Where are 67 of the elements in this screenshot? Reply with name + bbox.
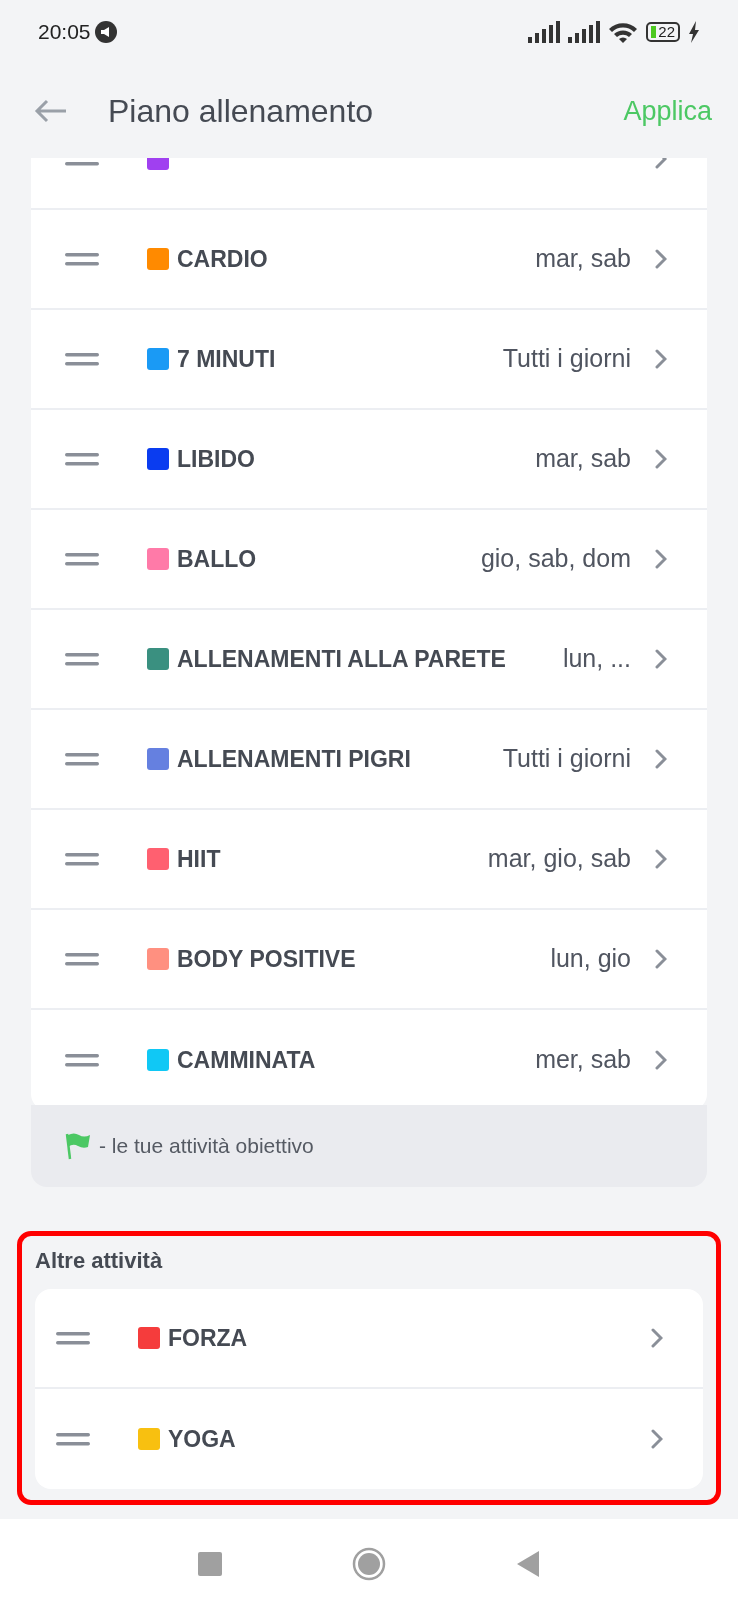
activity-days: mer, sab — [535, 1041, 631, 1079]
activity-name: CAMMINATA — [177, 1045, 316, 1075]
activity-name: 7 MINUTI — [177, 344, 276, 374]
home-icon[interactable] — [352, 1547, 386, 1581]
status-time: 20:05 — [38, 19, 91, 46]
drag-handle-icon[interactable] — [65, 852, 99, 866]
activity-row[interactable]: ALLENAMENTI PIGRI Tutti i giorni — [31, 710, 707, 810]
activity-days: Tutti i giorni — [502, 740, 631, 778]
chevron-right-icon — [655, 549, 667, 569]
chevron-right-icon — [655, 1050, 667, 1070]
activity-name: ALLENAMENTI PIGRI — [177, 744, 411, 774]
activity-name: YOGA — [168, 1424, 236, 1454]
chevron-right-icon — [655, 649, 667, 669]
activity-row[interactable]: BODY POSITIVE lun, gio — [31, 910, 707, 1010]
flag-icon — [65, 1132, 91, 1160]
activity-row[interactable]: LIBIDO mar, sab — [31, 410, 707, 510]
back-arrow-icon[interactable] — [34, 99, 68, 123]
drag-handle-icon[interactable] — [56, 1331, 90, 1345]
chevron-right-icon — [655, 749, 667, 769]
activity-days: mar, sab — [535, 440, 631, 478]
activity-row[interactable]: 7 MINUTI Tutti i giorni — [31, 310, 707, 410]
activity-row[interactable]: BALLO gio, sab, dom — [31, 510, 707, 610]
drag-handle-icon[interactable] — [65, 352, 99, 366]
drag-handle-icon[interactable] — [65, 952, 99, 966]
activity-name: CARDIO — [177, 244, 268, 274]
activity-days: mar, gio, sab — [487, 840, 631, 878]
signal-icon — [568, 21, 601, 43]
activity-name: BODY POSITIVE — [177, 944, 356, 974]
activity-name: BALLO — [177, 544, 257, 574]
activity-name: ALLENAMENTI ALLA PARETE — [177, 644, 506, 674]
legend-text: - le tue attività obiettivo — [99, 1133, 314, 1160]
chevron-right-icon — [655, 249, 667, 269]
chevron-right-icon — [655, 949, 667, 969]
drag-handle-icon[interactable] — [65, 552, 99, 566]
signal-icon — [528, 21, 561, 43]
drag-handle-icon[interactable] — [65, 652, 99, 666]
chevron-right-icon — [651, 1429, 663, 1449]
activity-row[interactable]: HIIT mar, gio, sab — [31, 810, 707, 910]
chevron-right-icon — [651, 1328, 663, 1348]
notification-icon — [94, 21, 117, 43]
screen-title: Piano allenamento — [107, 92, 375, 131]
battery-indicator: 22 — [646, 22, 680, 42]
activity-name: HIIT — [177, 844, 221, 874]
drag-handle-icon[interactable] — [56, 1432, 90, 1446]
activity-days: lun, gio — [550, 940, 631, 978]
section-title: Altre attività — [35, 1247, 164, 1275]
drag-handle-icon[interactable] — [65, 1053, 99, 1067]
activity-days: Tutti i giorni — [502, 340, 631, 378]
activity-name: LIBIDO — [177, 444, 255, 474]
charging-icon — [688, 21, 700, 43]
activity-row[interactable]: FORZA — [35, 1289, 703, 1389]
back-icon[interactable] — [516, 1550, 540, 1578]
activity-days: lun, ... — [562, 640, 631, 678]
chevron-right-icon — [655, 849, 667, 869]
activity-days: gio, sab, dom — [480, 540, 631, 578]
activity-row[interactable]: YOGA — [35, 1389, 703, 1489]
drag-handle-icon[interactable] — [65, 752, 99, 766]
activity-name: FORZA — [168, 1323, 248, 1353]
chevron-right-icon — [655, 449, 667, 469]
activity-row[interactable]: ALLENAMENTI ALLA PARETE lun, ... — [31, 610, 707, 710]
wifi-icon — [608, 21, 639, 43]
activity-row[interactable]: CARDIO mar, sab — [31, 210, 707, 310]
activity-days: mar, sab — [535, 240, 631, 278]
chevron-right-icon — [655, 349, 667, 369]
drag-handle-icon[interactable] — [65, 252, 99, 266]
drag-handle-icon[interactable] — [65, 452, 99, 466]
activity-row[interactable]: CAMMINATA mer, sab — [31, 1010, 707, 1105]
